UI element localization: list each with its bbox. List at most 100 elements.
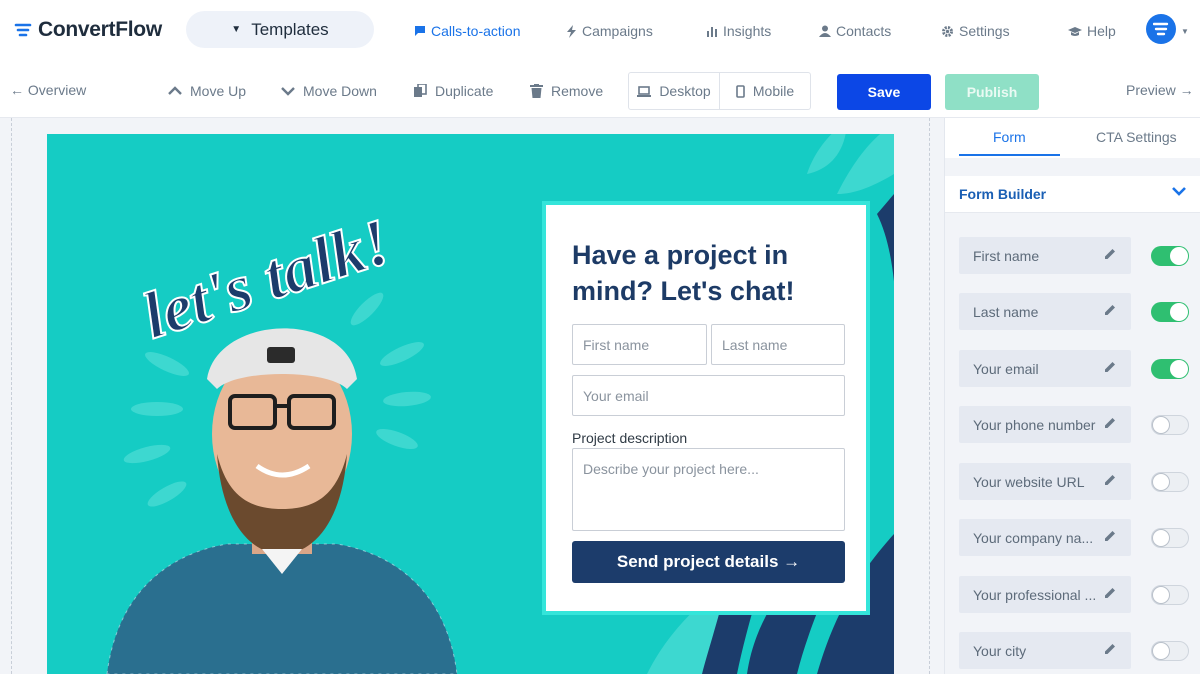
tab-cta-settings[interactable]: CTA Settings bbox=[1096, 129, 1177, 145]
toggle-knob bbox=[1152, 473, 1170, 491]
toggle-company-name[interactable] bbox=[1151, 528, 1189, 548]
field-phone-number[interactable]: Your phone number bbox=[959, 406, 1131, 443]
chevron-down-icon bbox=[1172, 187, 1186, 196]
duplicate-label: Duplicate bbox=[435, 83, 494, 99]
laptop-icon bbox=[637, 85, 652, 97]
field-label: Your phone number bbox=[973, 417, 1096, 433]
field-website-url[interactable]: Your website URL bbox=[959, 463, 1131, 500]
gear-icon bbox=[942, 25, 953, 37]
move-up-label: Move Up bbox=[190, 83, 247, 99]
overview-label: ← Overview bbox=[10, 82, 87, 98]
mobile-phone-icon bbox=[736, 84, 745, 98]
editor-toolbar: ← Overview Move Up Move Down Duplicate R… bbox=[0, 62, 1200, 118]
nav-campaigns[interactable]: Campaigns bbox=[566, 23, 653, 39]
send-project-details-button[interactable]: Send project details → bbox=[572, 541, 845, 583]
chevron-up-icon bbox=[168, 86, 182, 95]
move-down-label: Move Down bbox=[303, 83, 377, 99]
remove-button[interactable]: Remove bbox=[530, 83, 603, 99]
toggle-website-url[interactable] bbox=[1151, 472, 1189, 492]
tab-form[interactable]: Form bbox=[993, 129, 1026, 145]
pencil-icon[interactable] bbox=[1104, 587, 1116, 599]
pencil-icon[interactable] bbox=[1104, 248, 1116, 260]
nav-contacts[interactable]: Contacts bbox=[819, 23, 891, 39]
toggle-email[interactable] bbox=[1151, 359, 1189, 379]
field-label: Your website URL bbox=[973, 474, 1085, 490]
nav-help[interactable]: Help bbox=[1068, 23, 1116, 39]
last-name-input[interactable]: Last name bbox=[711, 324, 845, 365]
active-tab-indicator bbox=[959, 154, 1060, 156]
email-input[interactable]: Your email bbox=[572, 375, 845, 416]
duplicate-button[interactable]: Duplicate bbox=[413, 83, 493, 99]
publish-button[interactable]: Publish bbox=[945, 74, 1039, 110]
field-label: Your email bbox=[973, 361, 1039, 377]
app-name: ConvertFlow bbox=[38, 18, 162, 41]
toggle-knob bbox=[1170, 247, 1188, 265]
move-down-button[interactable]: Move Down bbox=[281, 83, 377, 99]
chevron-down-icon bbox=[281, 87, 295, 96]
templates-dropdown[interactable]: ▼ Templates bbox=[186, 11, 374, 48]
user-icon bbox=[819, 25, 831, 37]
device-toggle: Desktop Mobile bbox=[628, 72, 811, 110]
toggle-phone-number[interactable] bbox=[1151, 415, 1189, 435]
pencil-icon[interactable] bbox=[1104, 474, 1116, 486]
form-body: Have a project in mind? Let's chat! Firs… bbox=[550, 209, 862, 607]
bar-chart-icon bbox=[707, 27, 717, 37]
desktop-view-button[interactable]: Desktop bbox=[629, 73, 719, 109]
canvas-guide-right bbox=[929, 118, 930, 674]
toggle-first-name[interactable] bbox=[1151, 246, 1189, 266]
account-logo-icon bbox=[1153, 22, 1169, 36]
account-avatar[interactable] bbox=[1146, 14, 1176, 44]
preview-link[interactable]: Preview → bbox=[1126, 82, 1194, 98]
field-city[interactable]: Your city bbox=[959, 632, 1131, 669]
save-button[interactable]: Save bbox=[837, 74, 931, 110]
first-name-input[interactable]: First name bbox=[572, 324, 707, 365]
field-last-name[interactable]: Last name bbox=[959, 293, 1131, 330]
toggle-professional[interactable] bbox=[1151, 585, 1189, 605]
project-description-textarea[interactable]: Describe your project here... bbox=[572, 448, 845, 531]
field-professional[interactable]: Your professional ... bbox=[959, 576, 1131, 613]
pencil-icon[interactable] bbox=[1104, 304, 1116, 316]
toggle-city[interactable] bbox=[1151, 641, 1189, 661]
mobile-view-button[interactable]: Mobile bbox=[719, 73, 810, 109]
chevron-down-icon[interactable]: ▼ bbox=[1181, 27, 1189, 36]
field-first-name[interactable]: First name bbox=[959, 237, 1131, 274]
pencil-icon[interactable] bbox=[1104, 361, 1116, 373]
caret-down-icon: ▼ bbox=[231, 24, 242, 35]
toggle-knob bbox=[1170, 360, 1188, 378]
top-navigation: ConvertFlow ▼ Templates Calls-to-action … bbox=[0, 0, 1200, 62]
bolt-icon bbox=[567, 24, 576, 38]
form-builder-header[interactable]: Form Builder bbox=[945, 176, 1200, 213]
graduation-cap-icon bbox=[1068, 26, 1082, 36]
overview-link[interactable]: ← Overview bbox=[10, 82, 86, 98]
pencil-icon[interactable] bbox=[1104, 417, 1116, 429]
desktop-label: Desktop bbox=[659, 83, 711, 99]
field-label: Your company na... bbox=[973, 530, 1094, 546]
field-company-name[interactable]: Your company na... bbox=[959, 519, 1131, 556]
templates-label: Templates bbox=[251, 19, 329, 39]
toggle-last-name[interactable] bbox=[1151, 302, 1189, 322]
copy-icon bbox=[414, 84, 427, 97]
toggle-knob bbox=[1152, 529, 1170, 547]
nav-calls-to-action[interactable]: Calls-to-action bbox=[414, 23, 520, 39]
nav-label: Insights bbox=[723, 23, 772, 39]
field-label: Your professional ... bbox=[973, 587, 1097, 603]
toggle-knob bbox=[1152, 586, 1170, 604]
toggle-knob bbox=[1152, 416, 1170, 434]
chat-icon bbox=[415, 26, 425, 36]
nav-settings[interactable]: Settings bbox=[941, 23, 1010, 39]
trash-icon bbox=[530, 84, 543, 98]
cta-form-card[interactable]: Have a project in mind? Let's chat! Firs… bbox=[542, 201, 870, 615]
nav-insights[interactable]: Insights bbox=[706, 23, 771, 39]
field-email[interactable]: Your email bbox=[959, 350, 1131, 387]
nav-label: Campaigns bbox=[582, 23, 653, 39]
nav-label: Contacts bbox=[836, 23, 892, 39]
form-builder-title: Form Builder bbox=[959, 186, 1047, 202]
logo[interactable]: ConvertFlow bbox=[14, 18, 162, 42]
mobile-label: Mobile bbox=[752, 83, 795, 99]
nav-label: Calls-to-action bbox=[431, 23, 521, 39]
preview-label: Preview → bbox=[1126, 82, 1194, 98]
pencil-icon[interactable] bbox=[1104, 643, 1116, 655]
move-up-button[interactable]: Move Up bbox=[168, 83, 246, 99]
pencil-icon[interactable] bbox=[1104, 530, 1116, 542]
toggle-knob bbox=[1170, 303, 1188, 321]
